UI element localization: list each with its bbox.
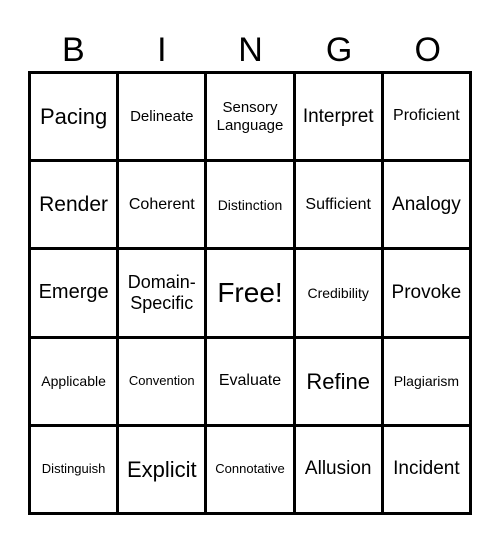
header-letter-b: B (61, 31, 85, 69)
bingo-grid: Pacing Delineate Sensory Language Interp… (28, 71, 472, 515)
bingo-cell[interactable]: Incident (383, 426, 472, 515)
bingo-header: B I N G O (29, 28, 472, 72)
bingo-cell[interactable]: Refine (295, 338, 384, 427)
bingo-cell[interactable]: Sensory Language (207, 74, 296, 163)
bingo-cell[interactable]: Domain-Specific (119, 250, 208, 339)
bingo-cell[interactable]: Explicit (119, 426, 208, 515)
bingo-cell[interactable]: Render (31, 162, 120, 251)
free-space-cell[interactable]: Free! (207, 250, 296, 339)
bingo-cell[interactable]: Interpret (295, 74, 384, 163)
bingo-cell[interactable]: Evaluate (207, 338, 296, 427)
bingo-cell[interactable]: Plagiarism (383, 338, 472, 427)
header-letter-o: O (414, 31, 441, 69)
bingo-cell[interactable]: Allusion (295, 426, 384, 515)
bingo-cell[interactable]: Pacing (31, 74, 120, 163)
bingo-cell[interactable]: Sufficient (295, 162, 384, 251)
bingo-cell[interactable]: Distinction (207, 162, 296, 251)
bingo-cell[interactable]: Distinguish (31, 426, 120, 515)
header-letter-n: N (238, 31, 263, 69)
bingo-cell[interactable]: Delineate (119, 74, 208, 163)
bingo-cell[interactable]: Provoke (383, 250, 472, 339)
bingo-cell[interactable]: Coherent (119, 162, 208, 251)
bingo-cell[interactable]: Credibility (295, 250, 384, 339)
bingo-cell[interactable]: Applicable (31, 338, 120, 427)
bingo-cell[interactable]: Convention (119, 338, 208, 427)
bingo-cell[interactable]: Analogy (383, 162, 472, 251)
bingo-cell[interactable]: Connotative (207, 426, 296, 515)
header-letter-g: G (325, 31, 353, 69)
bingo-cell[interactable]: Proficient (383, 74, 472, 163)
header-letter-i: I (157, 31, 167, 69)
bingo-cell[interactable]: Emerge (31, 250, 120, 339)
